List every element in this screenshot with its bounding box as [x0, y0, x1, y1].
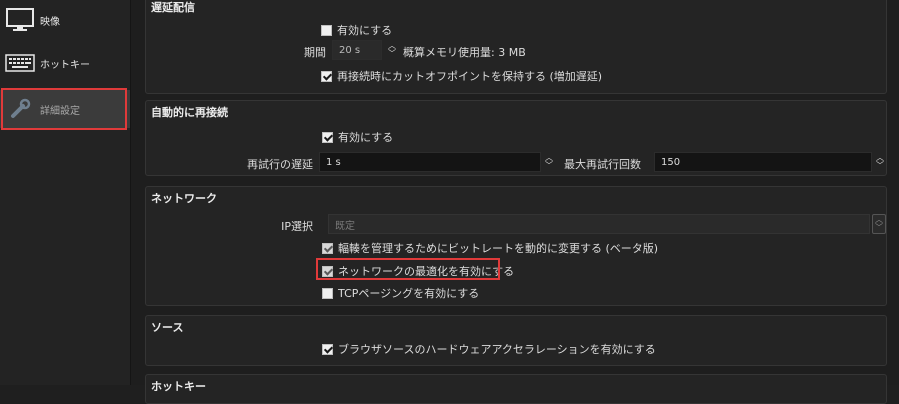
max-retries-spinner[interactable]: ︿ ﹀: [873, 152, 887, 172]
max-retries-input[interactable]: 150: [654, 152, 872, 172]
settings-sidebar: 映像 ホットキー 詳細設定: [0, 0, 131, 385]
retry-delay-input[interactable]: 1 s: [319, 152, 541, 172]
checkbox-label: TCPページングを有効にする: [338, 287, 480, 300]
checkbox-box: [322, 343, 333, 355]
tcp-pacing-checkbox[interactable]: TCPページングを有効にする: [322, 285, 479, 301]
chevron-down-icon: ﹀: [875, 223, 883, 232]
checkbox-box: [322, 287, 333, 299]
group-network: ネットワーク IP選択 既定 ︿ ﹀ 輻輳を管理するためにビットレートを動的に変…: [145, 186, 887, 306]
checkbox-label: 有効にする: [338, 131, 394, 144]
sidebar-item-label: 詳細設定: [40, 105, 80, 117]
checkbox-label: 輻輳を管理するためにビットレートを動的に変更する (ベータ版): [338, 242, 659, 255]
group-sources: ソース ブラウザソースのハードウェアアクセラレーションを有効にする: [145, 315, 887, 366]
chevron-down-icon: ﹀: [876, 161, 884, 170]
delay-enable-checkbox[interactable]: 有効にする: [321, 22, 392, 38]
checkbox-label: ブラウザソースのハードウェアアクセラレーションを有効にする: [338, 343, 656, 356]
reconnect-enable-checkbox[interactable]: 有効にする: [322, 129, 393, 145]
group-title: 自動的に再接続: [151, 106, 228, 119]
sidebar-item-advanced[interactable]: 詳細設定: [0, 90, 130, 128]
retry-delay-label: 再試行の遅延: [247, 158, 313, 171]
ip-bind-select[interactable]: 既定: [328, 214, 870, 234]
keyboard-icon: [4, 53, 36, 73]
checkbox-box: [321, 70, 332, 82]
dynamic-bitrate-checkbox[interactable]: 輻輳を管理するためにビットレートを動的に変更する (ベータ版): [322, 240, 658, 256]
delay-preserve-checkbox[interactable]: 再接続時にカットオフポイントを保持する (増加遅延): [321, 68, 602, 84]
checkbox-box: [322, 131, 333, 143]
chevron-down-icon: ﹀: [545, 161, 553, 170]
wrench-icon: [4, 96, 36, 122]
group-title: ネットワーク: [151, 192, 217, 205]
group-title: 遅延配信: [151, 1, 195, 14]
monitor-icon: [4, 8, 36, 32]
group-title: ホットキー: [151, 380, 206, 393]
delay-memory-text: 概算メモリ使用量: 3 MB: [403, 46, 526, 59]
sidebar-item-label: ホットキー: [40, 59, 90, 71]
sidebar-item-video[interactable]: 映像: [0, 2, 130, 38]
network-optimizations-checkbox[interactable]: ネットワークの最適化を有効にする: [322, 263, 514, 279]
checkbox-label: ネットワークの最適化を有効にする: [338, 265, 515, 278]
delay-duration-label: 期間: [304, 46, 326, 59]
group-stream-delay: 遅延配信 有効にする 期間 20 s ︿ ﹀ 概算メモリ使用量: 3 MB 再接…: [145, 0, 887, 94]
retry-delay-spinner[interactable]: ︿ ﹀: [542, 152, 556, 172]
max-retries-label: 最大再試行回数: [564, 158, 641, 171]
chevron-down-icon: ﹀: [388, 49, 396, 58]
checkbox-box: [322, 265, 333, 277]
ip-bind-label: IP選択: [281, 220, 313, 233]
group-title: ソース: [151, 321, 184, 334]
sidebar-item-hotkeys[interactable]: ホットキー: [0, 45, 130, 81]
delay-duration-spinner[interactable]: ︿ ﹀: [385, 40, 399, 60]
checkbox-box: [321, 24, 332, 36]
settings-content: 遅延配信 有効にする 期間 20 s ︿ ﹀ 概算メモリ使用量: 3 MB 再接…: [131, 0, 899, 404]
checkbox-label: 有効にする: [337, 24, 393, 37]
browser-hw-accel-checkbox[interactable]: ブラウザソースのハードウェアアクセラレーションを有効にする: [322, 341, 656, 357]
group-hotkeys: ホットキー: [145, 374, 887, 404]
sidebar-item-label: 映像: [40, 16, 60, 28]
ip-bind-dropdown[interactable]: ︿ ﹀: [872, 214, 886, 234]
delay-duration-input[interactable]: 20 s: [332, 40, 382, 60]
checkbox-label: 再接続時にカットオフポイントを保持する (増加遅延): [337, 70, 603, 83]
group-auto-reconnect: 自動的に再接続 有効にする 再試行の遅延 1 s ︿ ﹀ 最大再試行回数 150…: [145, 100, 887, 176]
checkbox-box: [322, 242, 333, 254]
